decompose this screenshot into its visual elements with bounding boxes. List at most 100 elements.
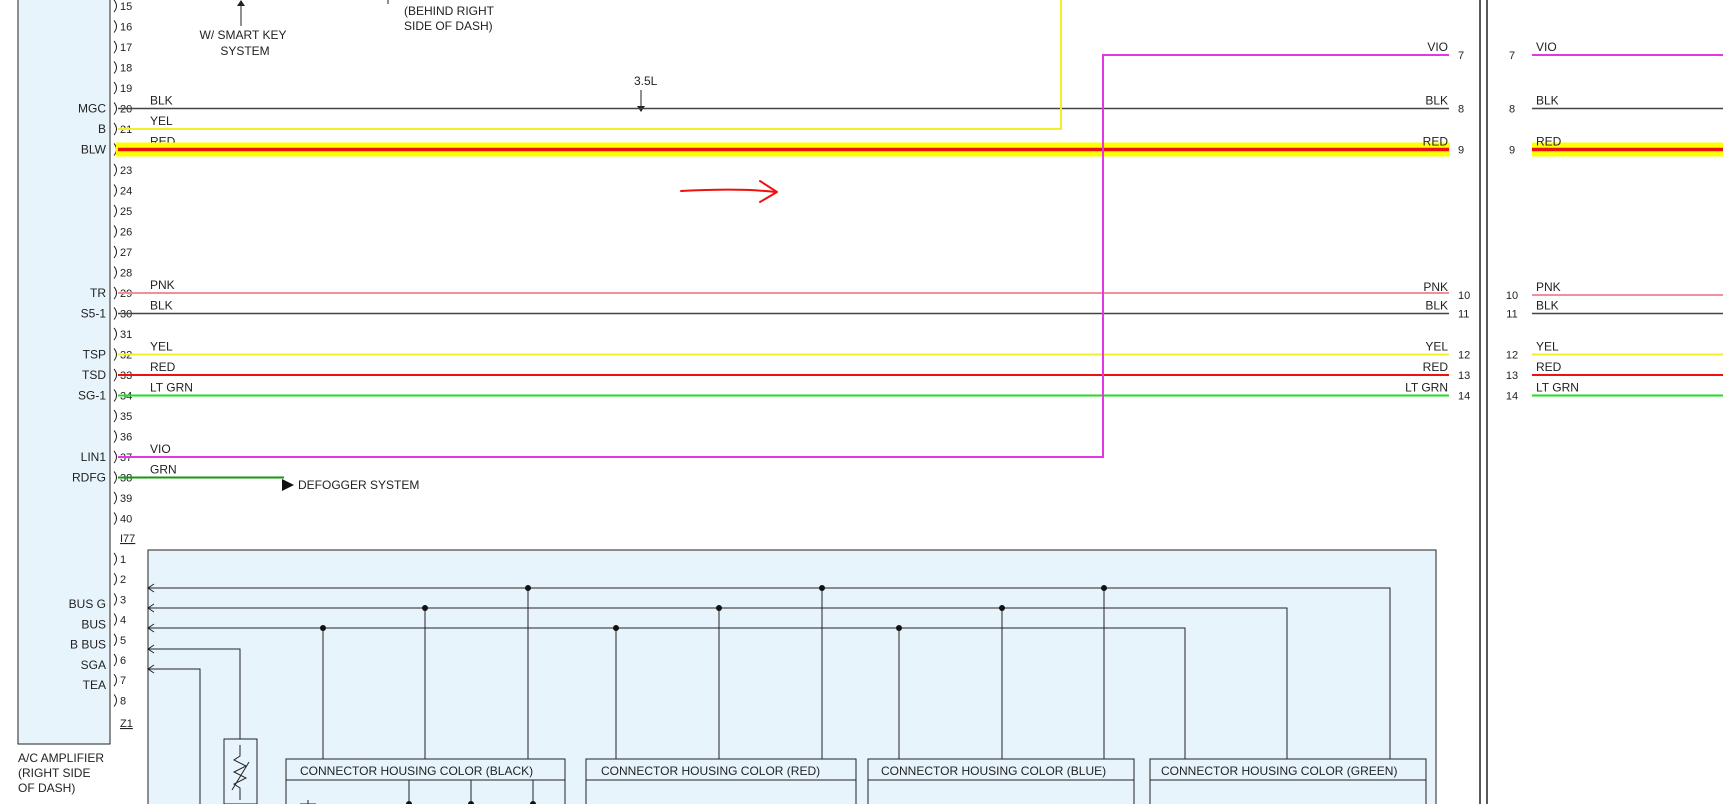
wire-yel [118,0,1062,130]
pin-bracket [113,694,117,707]
pin-number: 16 [120,22,132,34]
wire-color-label: BLK [150,94,173,108]
wire-color-label: RED [150,360,176,374]
z1-pin-number: 2 [120,574,126,586]
pin-bracket [113,389,117,402]
terminal-name: BLW [81,143,107,157]
housing-black: CONNECTOR HOUSING COLOR (BLACK) [285,758,566,804]
pin-number: 20 [120,104,132,116]
z1-pin-number: 6 [120,655,126,667]
pin-bracket [113,673,117,687]
junction-dot [999,605,1005,611]
far-pin-number: 8 [1509,104,1515,116]
pin-bracket [113,102,117,115]
terminal-name: TSP [83,348,106,362]
pin-bracket [113,327,117,341]
pin-bracket [113,552,117,566]
pin-bracket [113,286,117,300]
right-pin-number: 11 [1458,309,1469,321]
far-wire-label: LT GRN [1536,381,1579,395]
junction-dot [896,625,902,631]
right-wire-label: RED [1423,135,1449,149]
housing-green: CONNECTOR HOUSING COLOR (GREEN) [1149,758,1427,804]
pin-bracket [113,245,117,259]
far-wire-label: PNK [1536,280,1561,294]
pin-number: 17 [120,42,132,54]
z1-terminal-name: TEA [83,678,106,692]
main-wires: BLK YEL RED PNK BLK YEL RED LT GRN VIO GRN [116,0,1723,479]
pin-bracket [113,653,117,667]
pin-bracket [113,409,117,423]
pin-number: 40 [120,514,132,526]
defogger-label: DEFOGGER SYSTEM [298,478,419,492]
pin-bracket [113,613,117,626]
amplifier-label-line1: A/C AMPLIFIER [18,751,104,765]
pin-number: 26 [120,227,132,239]
red-annotation-arrow [680,188,776,193]
amplifier-label-line3: OF DASH) [18,781,75,795]
wire-color-label: YEL [150,114,173,128]
terminal-name: S5-1 [81,307,107,321]
pin-number: 39 [120,493,132,505]
pin-number: 31 [120,329,132,341]
pin-number: 23 [120,165,132,177]
pin-number: 30 [120,309,132,321]
wire-color-label: LT GRN [150,381,193,395]
defogger-arrowhead [282,479,294,491]
right-pin-number: 10 [1458,290,1470,302]
pin-bracket [113,593,117,606]
right-wire-label: BLK [1425,94,1448,108]
pin-bracket [113,348,117,361]
right-pin-number: 13 [1458,370,1470,382]
wire-color-label: VIO [150,442,171,456]
far-pin-number: 14 [1506,391,1518,403]
pin-bracket [113,20,117,33]
far-pin-number: 9 [1509,145,1515,157]
pin-bracket [113,307,117,320]
dash-note-line2: SIDE OF DASH) [404,19,493,33]
junction-dot [422,605,428,611]
pin-bracket [113,450,117,464]
wire-color-label: PNK [150,278,175,292]
far-pin-number: 7 [1509,50,1515,62]
right-pin-number: 12 [1458,350,1470,362]
pin-bracket [113,266,117,279]
terminal-name: LIN1 [81,450,107,464]
connector-code-i77: I77 [120,533,135,545]
junction-dot [525,585,531,591]
right-wire-label: BLK [1425,299,1448,313]
wire-color-label: BLK [150,299,173,313]
junction-dot [1101,585,1107,591]
pin-number: 28 [120,268,132,280]
z1-pin-number: 3 [120,594,126,606]
pin-bracket [113,512,117,525]
pin-bracket [113,0,117,13]
right-wire-label: VIO [1427,40,1448,54]
z1-pin-number: 8 [120,695,126,707]
pin-bracket [113,61,117,74]
right-pin-number: 8 [1458,104,1464,116]
pin-number: 36 [120,432,132,444]
right-wire-label: PNK [1423,280,1448,294]
wire-vio [118,54,1449,458]
housing-blue: CONNECTOR HOUSING COLOR (BLUE) [867,758,1135,804]
far-pin-number: 11 [1506,309,1517,321]
pin-number: 25 [120,206,132,218]
junction-dot [320,625,326,631]
pin-bracket [113,184,117,197]
pin-number: 35 [120,411,132,423]
pin-bracket [113,40,117,54]
far-wire-label: RED [1536,360,1562,374]
far-wire-label: YEL [1536,340,1559,354]
pin-bracket [113,572,117,586]
pin-number: 24 [120,186,132,198]
junction-dot [819,585,825,591]
pin-bracket [113,204,117,218]
right-pin-number: 14 [1458,391,1470,403]
terminal-name: MGC [78,102,106,116]
pin-number: 19 [120,83,132,95]
pin-bracket [113,81,117,95]
right-wire-label: LT GRN [1405,381,1448,395]
housing-black-label: CONNECTOR HOUSING COLOR (BLACK) [300,764,533,778]
right-wire-label: YEL [1425,340,1448,354]
